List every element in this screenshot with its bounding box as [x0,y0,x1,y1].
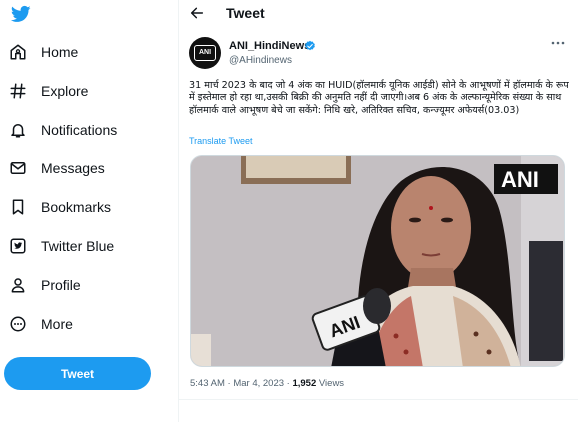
meta-divider [179,399,578,400]
sidebar-item-label: More [41,316,73,332]
tweet-time[interactable]: 5:43 AM [190,378,225,389]
meta-separator: · [227,378,231,389]
sidebar-item-twitter-blue[interactable]: Twitter Blue [0,231,170,261]
sidebar-item-label: Explore [41,83,89,99]
tweet-text: 31 मार्च 2023 के बाद जो 4 अंक का HUID(हॉ… [189,80,569,116]
sidebar-item-more[interactable]: More [0,309,170,339]
sidebar-item-bookmarks[interactable]: Bookmarks [0,192,170,222]
column-divider [178,0,179,422]
tweet-meta: 5:43 AM · Mar 4, 2023 · 1,952 Views [190,378,344,389]
sidebar: Home Explore Notifications Messages Book… [0,0,178,422]
sidebar-item-label: Notifications [41,122,118,138]
envelope-icon [10,162,26,174]
tweet-date[interactable]: Mar 4, 2023 [233,378,284,389]
media-photo: ANI ANI [191,156,564,366]
twitter-logo-icon[interactable] [10,4,32,24]
avatar[interactable]: ANI [189,37,221,69]
sidebar-item-explore[interactable]: Explore [0,76,170,106]
translate-tweet-link[interactable]: Translate Tweet [189,136,253,146]
sidebar-item-messages[interactable]: Messages [0,153,170,183]
avatar-logo: ANI [194,45,216,61]
author-name[interactable]: ANI_HindiNews [229,40,310,52]
meta-separator: · [286,378,290,389]
more-circle-icon [10,316,26,332]
author-handle[interactable]: @AHindinews [229,55,292,66]
person-icon [11,278,25,293]
more-options-icon[interactable] [551,40,565,46]
views-count[interactable]: 1,952 [292,378,316,389]
home-icon [10,44,26,60]
sidebar-item-notifications[interactable]: Notifications [0,115,170,145]
page-title: Tweet [226,5,265,21]
tweet-compose-button[interactable]: Tweet [4,357,151,390]
sidebar-item-label: Messages [41,160,105,176]
sidebar-item-profile[interactable]: Profile [0,270,170,300]
verified-badge-icon [305,40,315,51]
sidebar-item-label: Profile [41,277,81,293]
hashtag-icon [10,83,26,99]
bookmark-icon [12,199,24,215]
sidebar-item-label: Twitter Blue [41,238,115,254]
sidebar-item-label: Bookmarks [41,199,112,215]
sidebar-item-label: Home [41,44,79,60]
twitter-blue-icon [10,238,26,254]
ani-watermark: ANI [501,167,539,192]
bell-icon [11,124,25,138]
back-arrow-icon[interactable] [189,5,205,21]
tweet-page-header: Tweet [179,0,578,28]
views-label: Views [318,378,345,389]
sidebar-item-home[interactable]: Home [0,37,170,67]
tweet-media-image[interactable]: ANI ANI [190,155,565,367]
